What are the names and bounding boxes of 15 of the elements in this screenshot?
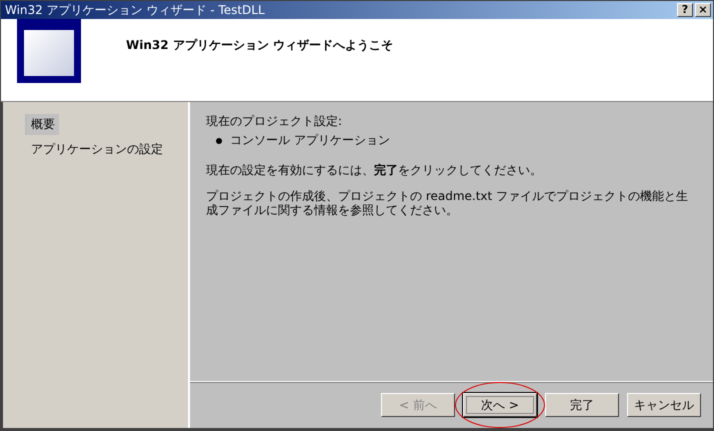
paragraph: プロジェクトの作成後、プロジェクトの readme.txt ファイルでプロジェクトの機能と生成ファイルに関する情報を参照してください。	[206, 189, 690, 217]
window-title: Win32 アプリケーション ウィザード - TestDLL	[5, 2, 266, 18]
bullet-icon	[216, 138, 222, 144]
wizard-button[interactable]: キャンセル	[627, 393, 701, 417]
paragraph: 現在の設定を有効にするには、完了をクリックしてください。	[206, 163, 543, 177]
wizard-button[interactable]: 完了	[545, 393, 619, 417]
title-bar-button[interactable]: ×	[695, 3, 711, 17]
wizard-button[interactable]: 次へ >	[463, 393, 537, 417]
bullet-text: コンソール アプリケーション	[230, 132, 390, 149]
wizard-title: Win32 アプリケーション ウィザードへようこそ	[126, 37, 393, 54]
settings-heading: 現在のプロジェクト設定:	[206, 114, 344, 128]
title-bar-button[interactable]: ?	[677, 3, 693, 17]
window-icon	[17, 19, 81, 83]
sidebar-item[interactable]: アプリケーションの設定	[25, 139, 167, 160]
sidebar-item[interactable]: 概要	[25, 114, 59, 135]
